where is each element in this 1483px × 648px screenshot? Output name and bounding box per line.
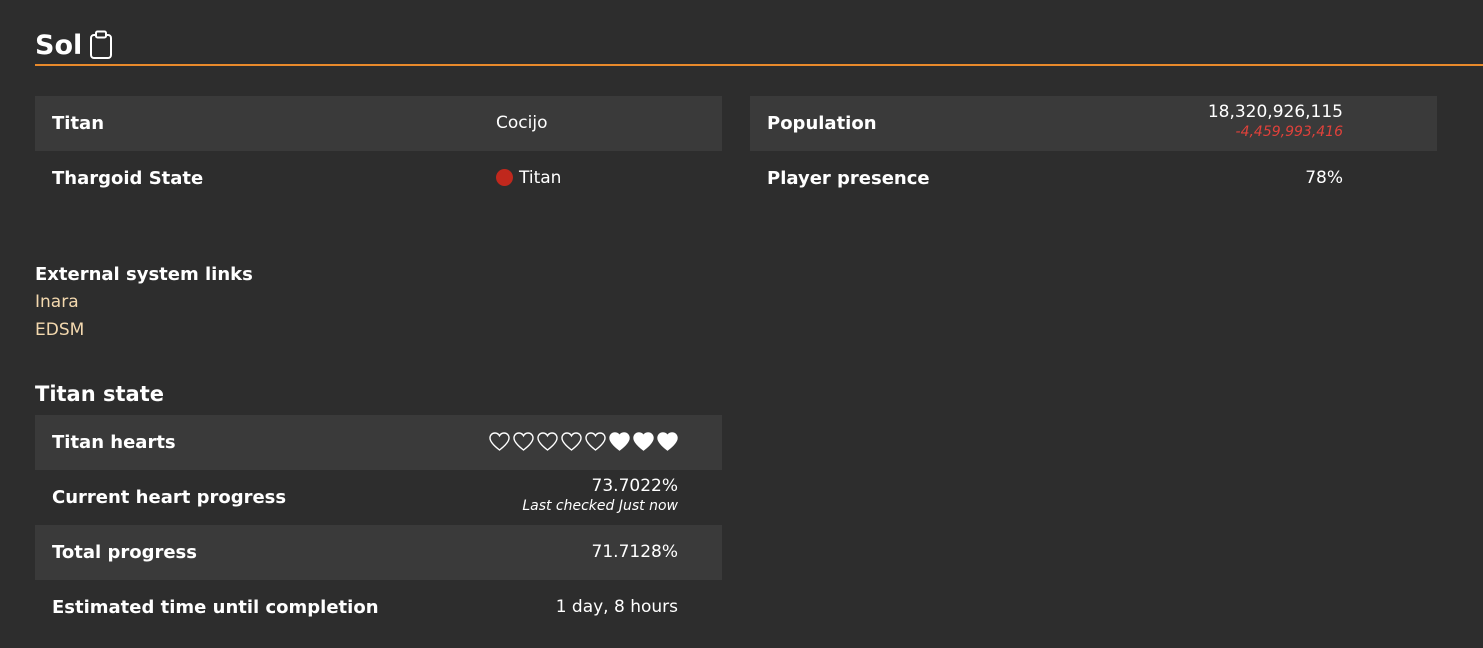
state-dot-icon	[496, 169, 513, 186]
external-links-heading: External system links	[35, 264, 253, 285]
population-change: -4,459,993,416	[1235, 124, 1343, 140]
population-row: Population 18,320,926,115 -4,459,993,416	[750, 96, 1437, 151]
thargoid-state-row: Thargoid State Titan	[35, 151, 722, 206]
thargoid-state-value: Titan	[496, 151, 561, 206]
edsm-link[interactable]: EDSM	[35, 319, 84, 341]
thargoid-state-text: Titan	[519, 168, 562, 188]
titan-hearts-label: Titan hearts	[52, 432, 176, 453]
titan-row: Titan Cocijo	[35, 96, 722, 151]
system-header: Sol	[35, 28, 1483, 66]
total-progress-row: Total progress 71.7128%	[35, 525, 722, 580]
heart-empty-icon	[537, 432, 558, 451]
heart-empty-icon	[561, 432, 582, 451]
heart-empty-icon	[489, 432, 510, 451]
titan-label: Titan	[52, 113, 105, 134]
page: Sol Titan Cocijo Thargoid State Titan Po…	[0, 0, 1483, 648]
player-presence-value: 78%	[1305, 168, 1343, 188]
titan-hearts-row: Titan hearts	[35, 415, 722, 470]
titan-state-table: Titan hearts Current heart progress 73.7…	[35, 415, 722, 635]
titan-hearts-display	[489, 432, 678, 454]
system-title: Sol	[35, 30, 83, 61]
population-label: Population	[767, 113, 877, 134]
current-heart-progress-row: Current heart progress 73.7022% Last che…	[35, 470, 722, 525]
heart-filled-icon	[657, 432, 678, 451]
eta-value: 1 day, 8 hours	[555, 597, 678, 617]
system-info-table: Titan Cocijo Thargoid State Titan	[35, 96, 722, 206]
heart-empty-icon	[585, 432, 606, 451]
total-progress-label: Total progress	[52, 542, 197, 563]
titan-state-heading: Titan state	[35, 382, 164, 406]
current-heart-progress-label: Current heart progress	[52, 487, 287, 508]
player-presence-row: Player presence 78%	[750, 151, 1437, 206]
clipboard-icon[interactable]	[89, 30, 113, 60]
thargoid-state-label: Thargoid State	[52, 168, 204, 189]
population-value: 18,320,926,115	[1207, 102, 1343, 122]
heart-filled-icon	[609, 432, 630, 451]
player-presence-label: Player presence	[767, 168, 930, 189]
last-checked-text: Last checked Just now	[522, 498, 678, 514]
titan-value: Cocijo	[496, 113, 548, 133]
heart-empty-icon	[513, 432, 534, 451]
inara-link[interactable]: Inara	[35, 291, 79, 313]
total-progress-value: 71.7128%	[591, 542, 678, 562]
eta-row: Estimated time until completion 1 day, 8…	[35, 580, 722, 635]
heart-filled-icon	[633, 432, 654, 451]
eta-label: Estimated time until completion	[52, 597, 379, 618]
current-heart-progress-block: 73.7022% Last checked Just now	[522, 475, 678, 515]
population-table: Population 18,320,926,115 -4,459,993,416…	[750, 96, 1437, 206]
current-heart-progress-value: 73.7022%	[591, 476, 678, 496]
population-value-block: 18,320,926,115 -4,459,993,416	[1208, 101, 1343, 141]
